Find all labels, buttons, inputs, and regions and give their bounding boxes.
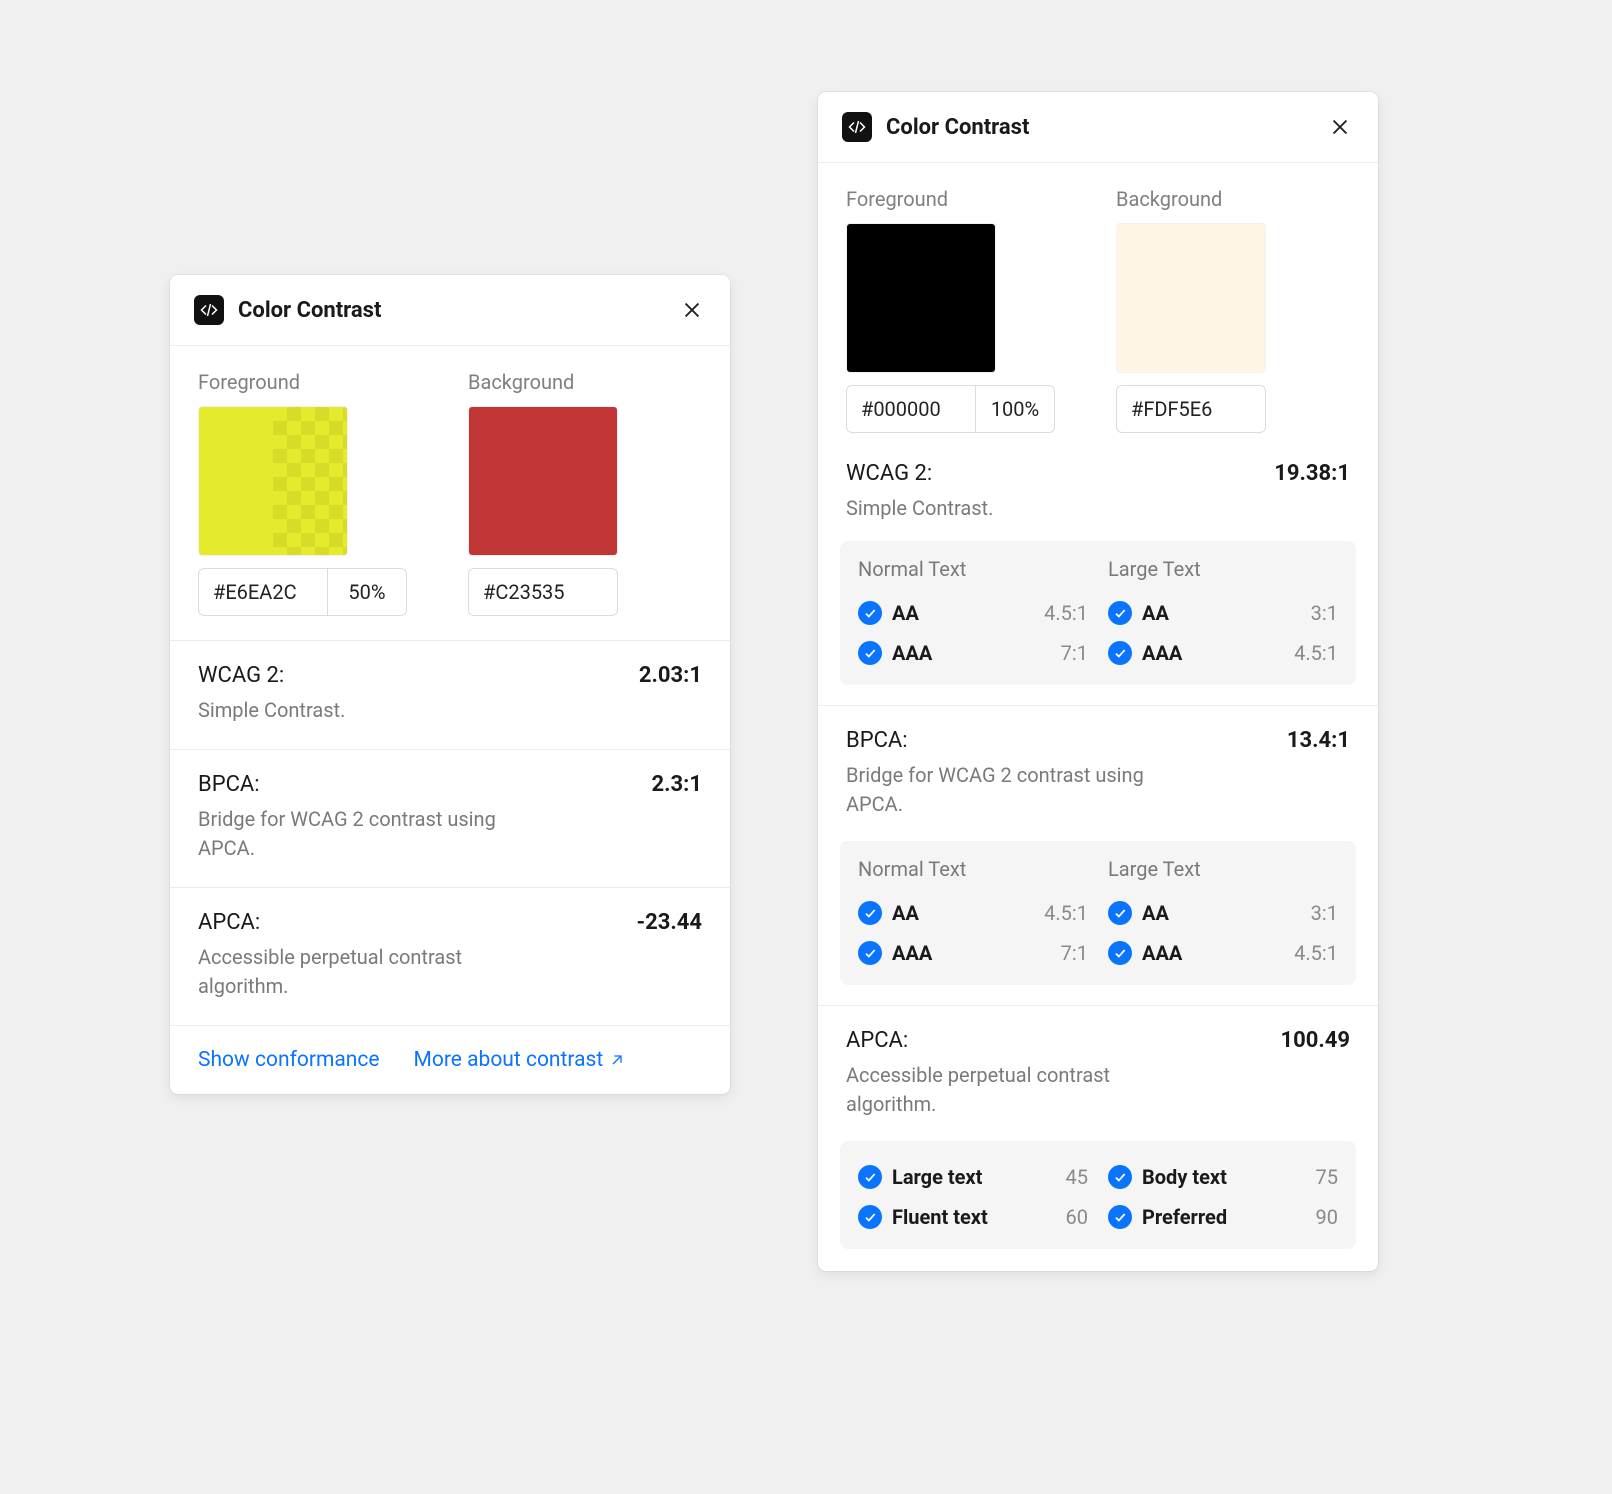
bg-solid [469, 407, 617, 555]
foreground-column: Foreground #E6EA2C 50% [198, 370, 432, 616]
apca-section: APCA: 100.49 Accessible perpetual contra… [818, 1005, 1378, 1123]
close-button[interactable] [1326, 113, 1354, 141]
contrast-panel-expanded: Color Contrast Foreground #000000 100% B… [818, 92, 1378, 1271]
close-icon [681, 299, 703, 321]
bpca-value: 13.4:1 [1287, 728, 1350, 753]
bpca-value: 2.3:1 [652, 772, 702, 797]
check-icon [858, 1165, 882, 1189]
background-column: Background #FDF5E6 [1116, 187, 1350, 433]
fg-alpha-checker [273, 407, 347, 555]
conf-row: AA 4.5:1 [858, 893, 1088, 933]
check-icon [858, 1205, 882, 1229]
check-icon [858, 641, 882, 665]
external-link-icon [609, 1052, 625, 1068]
background-column: Background #C23535 [468, 370, 702, 616]
wcag-section: WCAG 2: 2.03:1 Simple Contrast. [170, 640, 730, 749]
conf-head-normal: Normal Text [858, 557, 1088, 581]
apca-value: 100.49 [1281, 1028, 1351, 1053]
bpca-conformance-card: Normal Text AA 4.5:1 AAA 7:1 Large Text … [840, 841, 1356, 985]
background-swatch[interactable] [1116, 223, 1266, 373]
wcag-desc: Simple Contrast. [846, 494, 1176, 523]
check-icon [1108, 901, 1132, 925]
conf-head-normal: Normal Text [858, 857, 1088, 881]
check-icon [1108, 641, 1132, 665]
bpca-name: BPCA: [846, 728, 908, 753]
foreground-swatch[interactable] [846, 223, 996, 373]
conf-row: Body text 75 [1108, 1157, 1338, 1197]
panel-header: Color Contrast [818, 92, 1378, 163]
wcag-conformance-card: Normal Text AA 4.5:1 AAA 7:1 Large Text … [840, 541, 1356, 685]
swatch-row: Foreground #000000 100% Background #FDF5… [818, 163, 1378, 457]
foreground-opacity-input[interactable]: 50% [327, 568, 407, 616]
conf-row: AA 4.5:1 [858, 593, 1088, 633]
wcag-value: 2.03:1 [639, 663, 702, 688]
background-hex-input[interactable]: #C23535 [468, 568, 618, 616]
apca-value: -23.44 [636, 910, 702, 935]
bpca-desc: Bridge for WCAG 2 contrast using APCA. [846, 761, 1176, 819]
conf-row: AAA 7:1 [858, 933, 1088, 973]
contrast-panel-collapsed: Color Contrast Foreground #E6EA2C 50% Ba… [170, 275, 730, 1094]
panel-header: Color Contrast [170, 275, 730, 346]
foreground-opacity-input[interactable]: 100% [975, 385, 1055, 433]
conf-row: AAA 4.5:1 [1108, 933, 1338, 973]
conf-row: Large text 45 [858, 1157, 1088, 1197]
bpca-desc: Bridge for WCAG 2 contrast using APCA. [198, 805, 528, 863]
show-conformance-link[interactable]: Show conformance [198, 1048, 380, 1072]
bpca-section: BPCA: 2.3:1 Bridge for WCAG 2 contrast u… [170, 749, 730, 887]
panel-title: Color Contrast [238, 298, 678, 323]
check-icon [858, 601, 882, 625]
wcag-name: WCAG 2: [198, 663, 284, 688]
conf-row: AA 3:1 [1108, 893, 1338, 933]
check-icon [858, 941, 882, 965]
check-icon [1108, 941, 1132, 965]
code-icon [842, 112, 872, 142]
foreground-hex-input[interactable]: #000000 [846, 385, 976, 433]
apca-section: APCA: -23.44 Accessible perpetual contra… [170, 887, 730, 1025]
foreground-hex-input[interactable]: #E6EA2C [198, 568, 328, 616]
apca-name: APCA: [198, 910, 260, 935]
foreground-label: Foreground [846, 187, 1080, 211]
check-icon [1108, 1165, 1132, 1189]
foreground-swatch[interactable] [198, 406, 348, 556]
background-label: Background [468, 370, 702, 394]
panel-footer: Show conformance More about contrast [170, 1025, 730, 1094]
foreground-column: Foreground #000000 100% [846, 187, 1080, 433]
bpca-section: BPCA: 13.4:1 Bridge for WCAG 2 contrast … [818, 705, 1378, 823]
bpca-name: BPCA: [198, 772, 260, 797]
wcag-section: WCAG 2: 19.38:1 Simple Contrast. [818, 457, 1378, 527]
bg-solid [1117, 224, 1265, 372]
conf-row: AAA 4.5:1 [1108, 633, 1338, 673]
fg-solid [847, 224, 995, 372]
more-about-contrast-link[interactable]: More about contrast [414, 1048, 626, 1072]
background-swatch[interactable] [468, 406, 618, 556]
conf-row: AAA 7:1 [858, 633, 1088, 673]
apca-desc: Accessible perpetual contrast algorithm. [198, 943, 528, 1001]
check-icon [1108, 601, 1132, 625]
check-icon [1108, 1205, 1132, 1229]
close-icon [1329, 116, 1351, 138]
conf-head-large: Large Text [1108, 857, 1338, 881]
swatch-row: Foreground #E6EA2C 50% Background #C2353… [170, 346, 730, 640]
background-hex-input[interactable]: #FDF5E6 [1116, 385, 1266, 433]
check-icon [858, 901, 882, 925]
wcag-value: 19.38:1 [1274, 461, 1350, 486]
panel-title: Color Contrast [886, 115, 1326, 140]
conf-row: AA 3:1 [1108, 593, 1338, 633]
wcag-name: WCAG 2: [846, 461, 932, 486]
wcag-desc: Simple Contrast. [198, 696, 528, 725]
code-icon [194, 295, 224, 325]
apca-desc: Accessible perpetual contrast algorithm. [846, 1061, 1176, 1119]
foreground-label: Foreground [198, 370, 432, 394]
conf-row: Preferred 90 [1108, 1197, 1338, 1237]
apca-name: APCA: [846, 1028, 908, 1053]
apca-conformance-card: Large text 45 Fluent text 60 Body text 7… [840, 1141, 1356, 1249]
close-button[interactable] [678, 296, 706, 324]
background-label: Background [1116, 187, 1350, 211]
conf-head-large: Large Text [1108, 557, 1338, 581]
conf-row: Fluent text 60 [858, 1197, 1088, 1237]
